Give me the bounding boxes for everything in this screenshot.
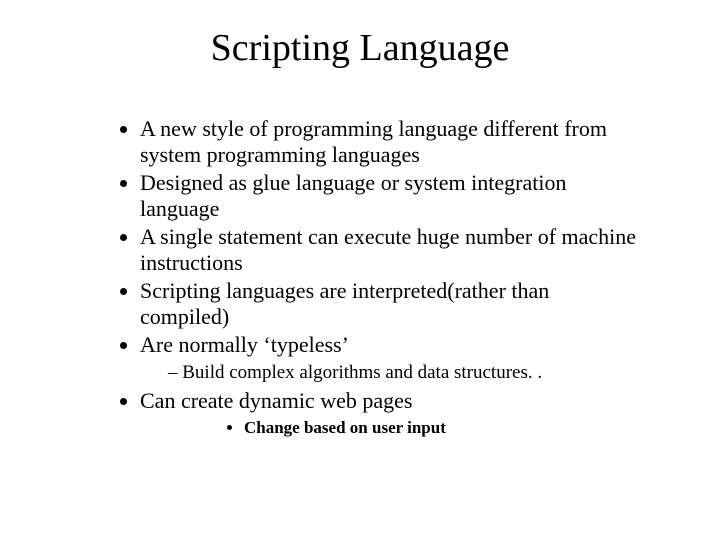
sub-sub-bullet-text: Change based on user input	[244, 418, 446, 437]
bullet-item: A single statement can execute huge numb…	[140, 224, 660, 276]
sub-bullet-list: Build complex algorithms and data struct…	[140, 362, 640, 384]
sub-bullet-text: Build complex algorithms and data struct…	[182, 362, 542, 383]
sub-bullet-item: Build complex algorithms and data struct…	[168, 362, 640, 384]
bullet-item: Are normally ‘typeless’ Build complex al…	[140, 332, 660, 384]
sub-sub-bullet-list: Change based on user input	[140, 418, 640, 438]
slide-title: Scripting Language	[60, 26, 660, 70]
bullet-text: A single statement can execute huge numb…	[140, 224, 636, 275]
bullet-text: A new style of programming language diff…	[140, 116, 607, 167]
bullet-text: Can create dynamic web pages	[140, 388, 412, 413]
bullet-item: A new style of programming language diff…	[140, 116, 660, 168]
bullet-item: Designed as glue language or system inte…	[140, 170, 660, 222]
bullet-item: Scripting languages are interpreted(rath…	[140, 278, 660, 330]
bullet-list: A new style of programming language diff…	[60, 116, 660, 438]
bullet-text: Scripting languages are interpreted(rath…	[140, 278, 549, 329]
bullet-item: Can create dynamic web pages Change base…	[140, 388, 660, 438]
bullet-text: Are normally ‘typeless’	[140, 332, 349, 357]
bullet-text: Designed as glue language or system inte…	[140, 170, 566, 221]
slide: Scripting Language A new style of progra…	[0, 0, 720, 540]
sub-sub-bullet-item: Change based on user input	[244, 418, 640, 438]
